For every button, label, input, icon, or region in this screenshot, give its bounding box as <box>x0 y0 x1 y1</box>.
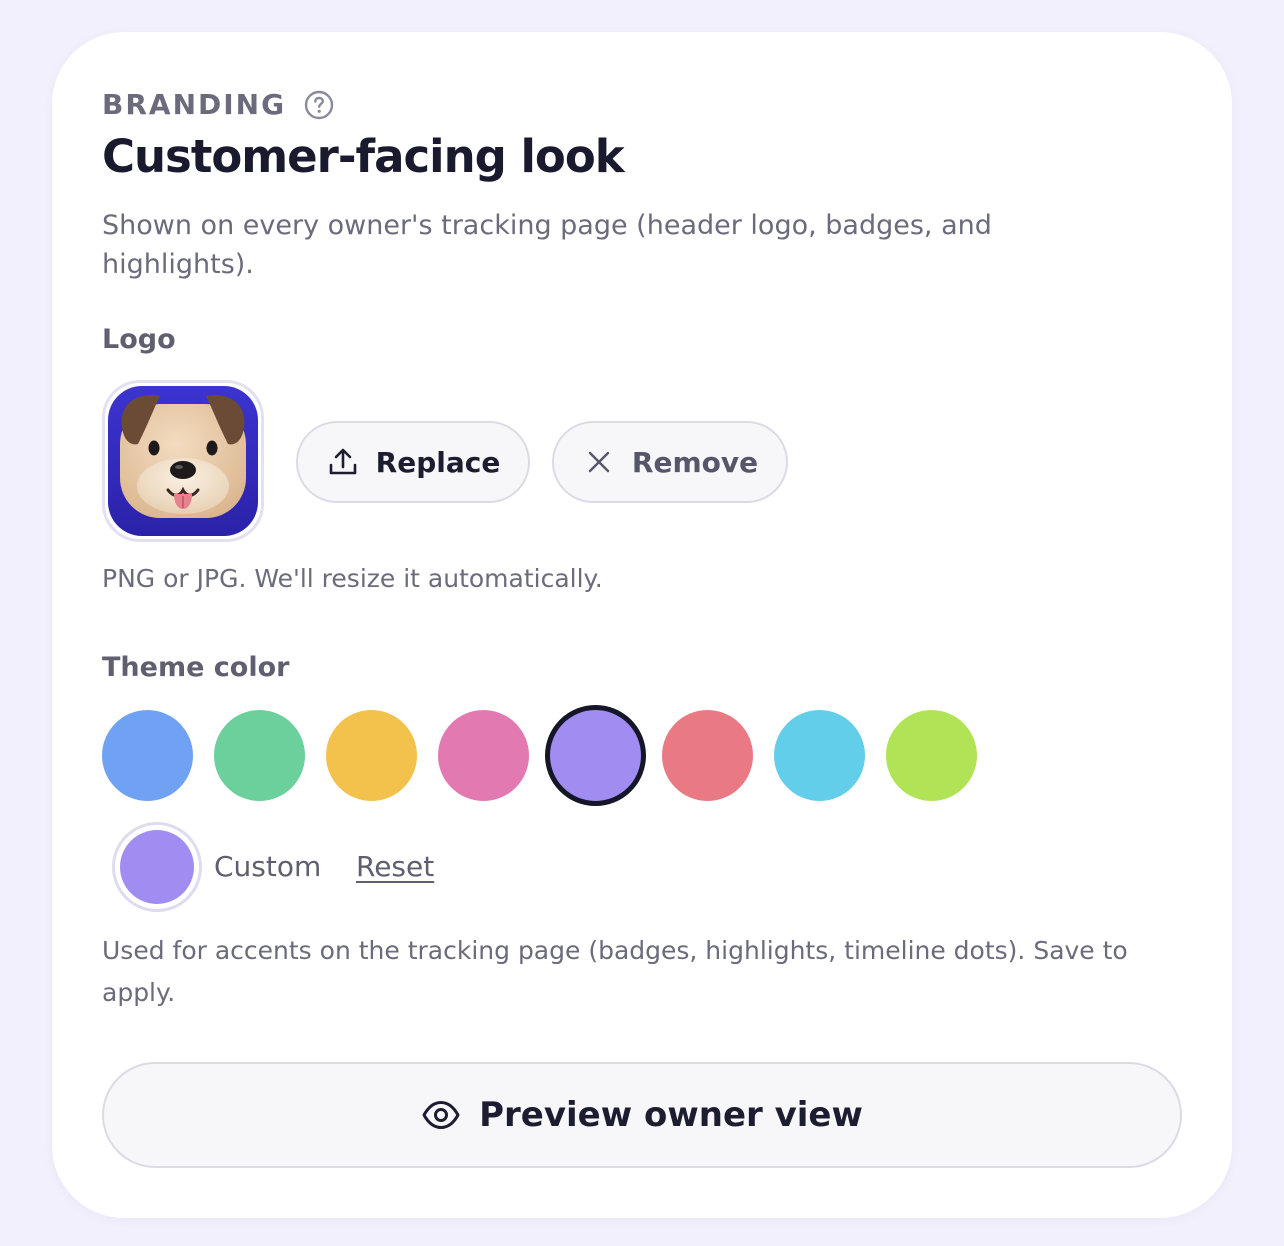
swatch-pink[interactable] <box>438 710 529 801</box>
close-icon <box>588 451 610 473</box>
logo-label: Logo <box>102 324 176 355</box>
section-eyebrow-label: BRANDING <box>102 88 287 121</box>
theme-color-swatches <box>102 705 1002 806</box>
custom-color-dot <box>120 830 194 904</box>
custom-color-picker[interactable] <box>112 822 202 912</box>
section-description: Shown on every owner's tracking page (he… <box>102 210 992 280</box>
remove-logo-button[interactable]: Remove <box>552 421 788 503</box>
swatch-purple[interactable] <box>545 705 646 806</box>
swatch-blue[interactable] <box>102 710 193 801</box>
swatch-cyan[interactable] <box>774 710 865 801</box>
swatch-lime[interactable] <box>886 710 977 801</box>
page-title: Customer-facing look <box>102 130 625 183</box>
dog-mascot-icon <box>108 386 258 536</box>
section-eyebrow: BRANDING <box>102 88 334 121</box>
logo-hint: PNG or JPG. We'll resize it automaticall… <box>102 564 603 593</box>
swatch-green[interactable] <box>214 710 305 801</box>
theme-color-label: Theme color <box>102 652 290 683</box>
custom-color-row: Custom Reset <box>112 822 712 912</box>
eye-icon <box>422 1101 460 1129</box>
upload-icon <box>329 448 356 475</box>
swatch-red[interactable] <box>662 710 753 801</box>
custom-color-label: Custom <box>214 850 322 883</box>
preview-owner-view-button[interactable]: Preview owner view <box>102 1062 1182 1168</box>
replace-button-label: Replace <box>375 445 501 479</box>
replace-logo-button[interactable]: Replace <box>296 421 530 503</box>
help-icon[interactable] <box>304 90 334 120</box>
branding-card: BRANDING Customer-facing look Shown on e… <box>52 32 1232 1218</box>
theme-color-hint: Used for accents on the tracking page (b… <box>102 936 1128 1007</box>
preview-button-label: Preview owner view <box>479 1095 863 1135</box>
remove-button-label: Remove <box>631 445 759 479</box>
logo-preview <box>102 380 264 542</box>
reset-color-link[interactable]: Reset <box>356 850 434 883</box>
swatch-yellow[interactable] <box>326 710 417 801</box>
